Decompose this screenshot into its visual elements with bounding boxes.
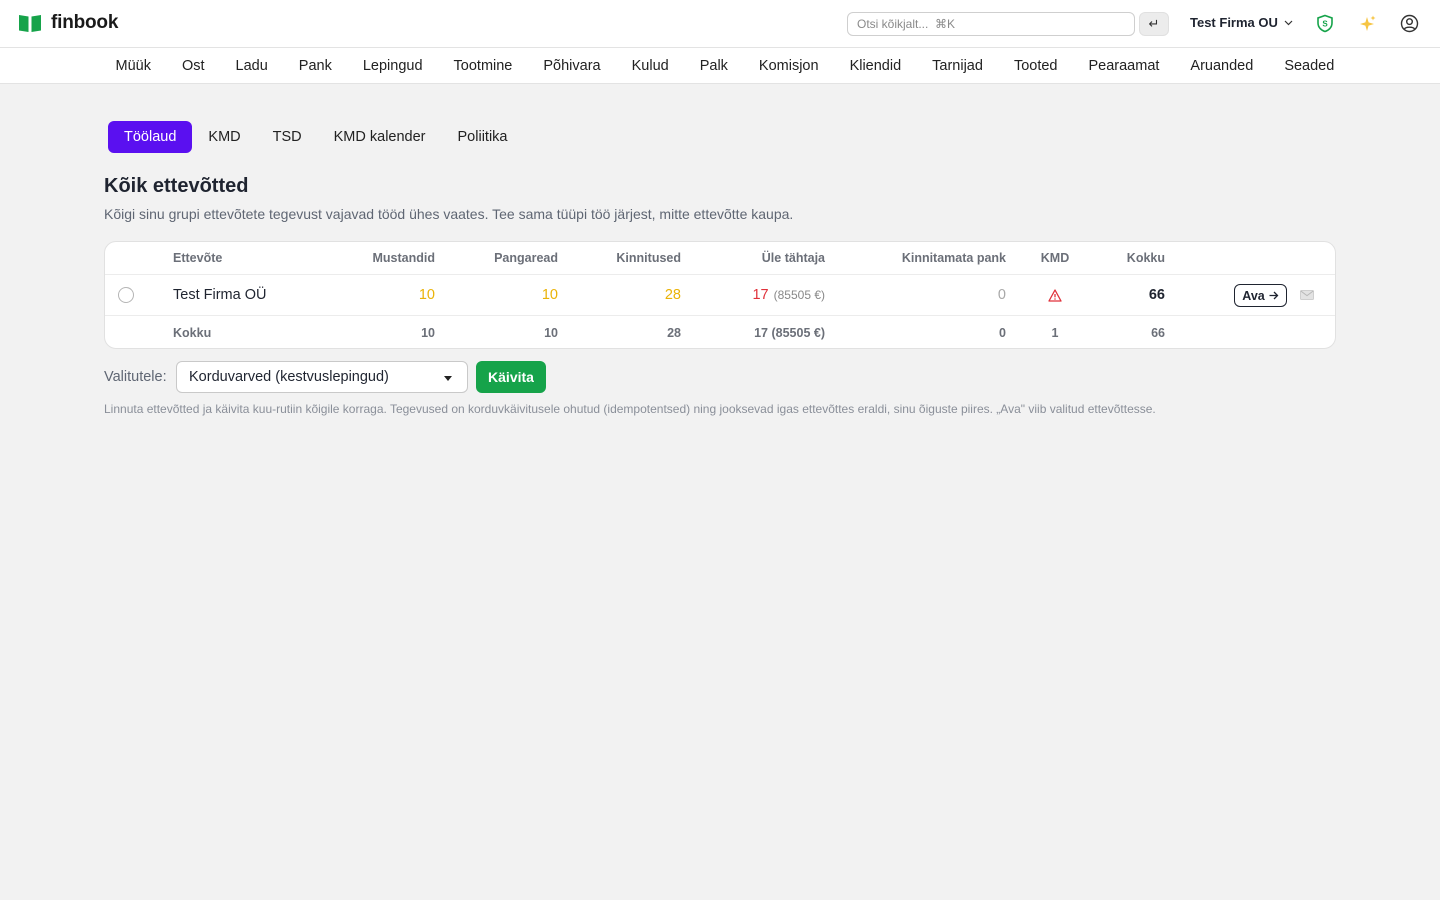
- nav-item-myyk[interactable]: Müük: [100, 58, 166, 74]
- nav-item-ost[interactable]: Ost: [166, 58, 220, 74]
- book-icon: [19, 15, 41, 32]
- nav-item-lepingud[interactable]: Lepingud: [347, 58, 438, 74]
- totals-drafts: 10: [421, 325, 435, 340]
- run-button[interactable]: Käivita: [476, 361, 546, 393]
- caret-down-icon: [444, 376, 452, 381]
- search-submit-button[interactable]: ↵: [1139, 12, 1169, 36]
- security-shield-icon[interactable]: S: [1315, 13, 1335, 33]
- nav-item-ladu[interactable]: Ladu: [220, 58, 283, 74]
- totals-bank-rows: 10: [544, 325, 558, 340]
- totals-total: 66: [1151, 325, 1165, 340]
- totals-kmd: 1: [1051, 325, 1059, 340]
- col-total: Kokku: [1126, 251, 1165, 265]
- app-logo[interactable]: finbook: [18, 12, 118, 34]
- drafts-count[interactable]: 10: [335, 275, 435, 315]
- totals-label: Kokku: [173, 325, 212, 340]
- col-kmd: KMD: [1040, 251, 1070, 265]
- totals-unconfirmed-bank: 0: [999, 325, 1006, 340]
- bulk-help-text: Linnuta ettevõtted ja käivita kuu-rutiin…: [104, 402, 1156, 416]
- nav-item-komisjon[interactable]: Komisjon: [743, 58, 834, 74]
- nav-item-tooted[interactable]: Tooted: [998, 58, 1073, 74]
- row-select-radio[interactable]: [118, 287, 134, 303]
- app-name: finbook: [51, 12, 119, 33]
- sparkles-icon[interactable]: [1357, 14, 1377, 34]
- nav-item-seaded[interactable]: Seaded: [1269, 58, 1350, 74]
- bulk-action-value: Korduvarved (kestvuslepingud): [189, 369, 389, 385]
- tab-poliitika[interactable]: Poliitika: [442, 121, 524, 153]
- nav-item-kulud[interactable]: Kulud: [616, 58, 684, 74]
- table-header-row: Ettevõte Mustandid Pangaread Kinnitused …: [105, 242, 1335, 275]
- col-confirmations: Kinnitused: [616, 251, 681, 265]
- mail-icon[interactable]: [1300, 290, 1314, 300]
- kmd-status[interactable]: [1025, 275, 1085, 315]
- totals-overdue: 17 (85505 €): [754, 325, 825, 340]
- page-description: Kõigi sinu grupi ettevõtete tegevust vaj…: [104, 206, 794, 222]
- overdue-cell[interactable]: 17 (85505 €): [705, 275, 825, 315]
- open-company-button[interactable]: Ava: [1234, 284, 1287, 307]
- overdue-amount: (85505 €): [773, 288, 825, 302]
- search-input[interactable]: [847, 12, 1135, 36]
- warning-icon: [1048, 288, 1062, 302]
- col-drafts: Mustandid: [372, 251, 436, 265]
- nav-item-pohivara[interactable]: Põhivara: [528, 58, 616, 74]
- col-bank-rows: Pangaread: [494, 251, 558, 265]
- row-total: 66: [1148, 287, 1165, 303]
- unconfirmed-bank-count: 0: [997, 287, 1006, 303]
- company-switcher-label: Test Firma OU: [1190, 15, 1278, 30]
- tab-toolaud[interactable]: Töölaud: [108, 121, 193, 153]
- col-overdue: Üle tähtaja: [761, 251, 825, 265]
- tab-kmd[interactable]: KMD: [192, 121, 256, 153]
- nav-item-kliendid[interactable]: Kliendid: [834, 58, 917, 74]
- col-company: Ettevõte: [173, 251, 223, 265]
- companies-table: Ettevõte Mustandid Pangaread Kinnitused …: [104, 241, 1336, 349]
- main-nav: Müük Ost Ladu Pank Lepingud Tootmine Põh…: [0, 48, 1440, 84]
- table-row[interactable]: Test Firma OÜ 10 10 28 17 (85505 €) 0 66…: [105, 275, 1335, 316]
- nav-item-palk[interactable]: Palk: [684, 58, 743, 74]
- tab-kmd-kalender[interactable]: KMD kalender: [318, 121, 442, 153]
- nav-item-aruanded[interactable]: Aruanded: [1175, 58, 1269, 74]
- overdue-count: 17: [752, 287, 769, 303]
- user-account-icon[interactable]: [1399, 13, 1419, 33]
- chevron-down-icon: [1284, 20, 1293, 25]
- top-bar: finbook ↵ Test Firma OU S: [0, 0, 1440, 48]
- page-title: Kõik ettevõtted: [104, 175, 249, 197]
- col-unconfirmed-bank: Kinnitamata pank: [901, 251, 1006, 265]
- totals-confirmations: 28: [667, 325, 681, 340]
- bulk-action-select[interactable]: Korduvarved (kestvuslepingud): [176, 361, 468, 393]
- tab-tsd[interactable]: TSD: [257, 121, 318, 153]
- company-name: Test Firma OÜ: [173, 287, 267, 303]
- bulk-action-label: Valitutele:: [104, 369, 167, 385]
- svg-text:S: S: [1322, 19, 1328, 28]
- nav-item-tarnijad[interactable]: Tarnijad: [917, 58, 999, 74]
- nav-item-pank[interactable]: Pank: [283, 58, 347, 74]
- company-switcher[interactable]: Test Firma OU: [1190, 15, 1293, 30]
- sub-tabs: Töölaud KMD TSD KMD kalender Poliitika: [108, 121, 523, 153]
- enter-icon: ↵: [1148, 16, 1160, 31]
- arrow-right-icon: [1269, 291, 1279, 300]
- nav-item-tootmine[interactable]: Tootmine: [438, 58, 528, 74]
- nav-item-pearaamat[interactable]: Pearaamat: [1073, 58, 1175, 74]
- confirmations-count[interactable]: 28: [561, 275, 681, 315]
- table-totals-row: Kokku 10 10 28 17 (85505 €) 0 1 66: [105, 316, 1335, 348]
- bank-rows-count[interactable]: 10: [458, 275, 558, 315]
- open-company-label: Ava: [1242, 288, 1265, 303]
